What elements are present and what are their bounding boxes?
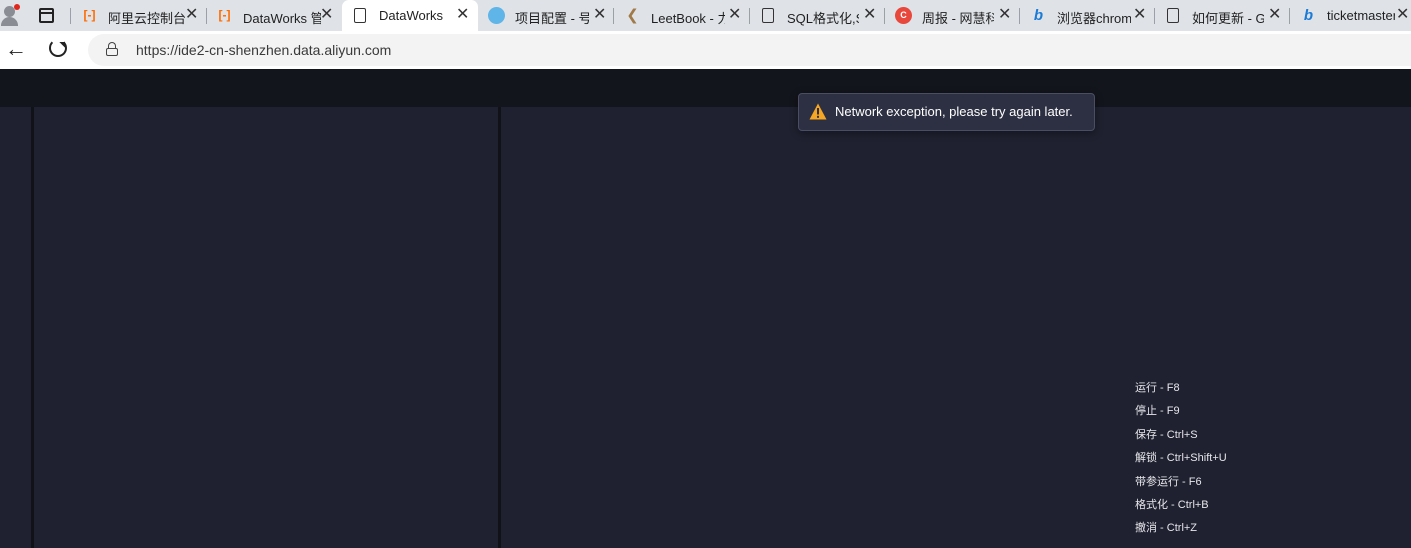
lock-icon[interactable]: [106, 42, 118, 56]
tab-close-icon[interactable]: ✕: [1396, 6, 1409, 24]
back-arrow-icon[interactable]: ←: [5, 38, 27, 60]
document-icon: [1167, 8, 1179, 23]
tab-title: 项目配置 - 号: [515, 11, 589, 26]
bing-icon: b: [1033, 7, 1044, 24]
browser-tab[interactable]: b 浏览器chrom ✕: [1020, 0, 1154, 31]
tab-title: ticketmaster: [1327, 8, 1395, 23]
tab-title: DataWorks 管: [243, 11, 321, 26]
network-error-toast: Network exception, please try again late…: [798, 93, 1095, 131]
tab-title: 周报 - 网慧科: [922, 11, 994, 26]
tab-close-icon[interactable]: ✕: [1268, 6, 1281, 24]
tab-title: 浏览器chrom: [1057, 11, 1131, 26]
tab-title: 如何更新 - Go: [1192, 11, 1264, 26]
document-icon: [354, 8, 366, 23]
shortcut-item: 带参运行 - F6: [1135, 475, 1202, 488]
tab-close-icon[interactable]: ✕: [593, 6, 606, 24]
browser-tab[interactable]: C 周报 - 网慧科 ✕: [885, 0, 1019, 31]
tab-close-icon[interactable]: ✕: [863, 6, 876, 24]
browser-tab-active[interactable]: DataWorks ✕: [342, 0, 478, 31]
warning-icon: [809, 103, 827, 120]
ci-icon: C: [895, 7, 912, 24]
shortcut-item: 格式化 - Ctrl+B: [1135, 498, 1209, 511]
browser-tab[interactable]: 项目配置 - 号 ✕: [478, 0, 613, 31]
app-top-bar: [0, 69, 1411, 107]
browser-tab[interactable]: ❮ LeetBook - 力 ✕: [614, 0, 749, 31]
shortcut-item: 运行 - F8: [1135, 382, 1180, 394]
tab-close-icon[interactable]: ✕: [185, 6, 198, 24]
document-icon: [762, 8, 774, 23]
browser-tab[interactable]: 如何更新 - Go ✕: [1155, 0, 1289, 31]
profile-avatar-icon[interactable]: [0, 3, 22, 27]
tab-close-icon[interactable]: ✕: [998, 6, 1011, 24]
tab-close-icon[interactable]: ✕: [1133, 6, 1146, 24]
shortcut-item: 解锁 - Ctrl+Shift+U: [1135, 452, 1227, 465]
shortcut-item: 停止 - F9: [1135, 405, 1180, 418]
bing-icon: b: [1303, 7, 1314, 24]
tab-title: SQL格式化,SQ: [787, 11, 859, 26]
tab-actions-icon[interactable]: [39, 8, 54, 23]
tab-close-icon[interactable]: ✕: [456, 6, 469, 24]
tab-close-icon[interactable]: ✕: [728, 6, 741, 24]
aliyun-icon: [-]: [218, 8, 231, 22]
aliyun-icon: [-]: [83, 8, 96, 22]
shortcut-item: 保存 - Ctrl+S: [1135, 428, 1198, 441]
toast-message: Network exception, please try again late…: [835, 104, 1073, 119]
reload-icon[interactable]: [49, 39, 67, 57]
tab-title: LeetBook - 力: [651, 11, 725, 26]
tab-close-icon[interactable]: ✕: [320, 6, 333, 24]
leetcode-icon: ❮: [626, 7, 639, 24]
project-icon: [488, 7, 505, 24]
address-url[interactable]: https://ide2-cn-shenzhen.data.aliyun.com: [136, 42, 391, 58]
shortcut-item: 撤消 - Ctrl+Z: [1135, 522, 1198, 535]
browser-tab[interactable]: [-] 阿里云控制台 ✕: [71, 0, 206, 31]
panel-divider[interactable]: [498, 107, 501, 548]
panel-divider[interactable]: [31, 107, 34, 548]
browser-tab[interactable]: b ticketmaster ✕: [1290, 0, 1411, 31]
browser-tab[interactable]: [-] DataWorks 管 ✕: [206, 0, 341, 31]
shortcut-hint-list: 运行 - F8 停止 - F9 保存 - Ctrl+S 解锁 - Ctrl+Sh…: [1135, 381, 1227, 545]
tab-title: DataWorks: [379, 8, 444, 23]
browser-tab[interactable]: SQL格式化,SQ ✕: [750, 0, 884, 31]
browser-tab-strip: [-] 阿里云控制台 ✕ [-] DataWorks 管 ✕ DataWorks…: [0, 0, 1411, 31]
tab-title: 阿里云控制台: [108, 11, 186, 26]
browser-toolbar: ← https://ide2-cn-shenzhen.data.aliyun.c…: [0, 31, 1411, 69]
